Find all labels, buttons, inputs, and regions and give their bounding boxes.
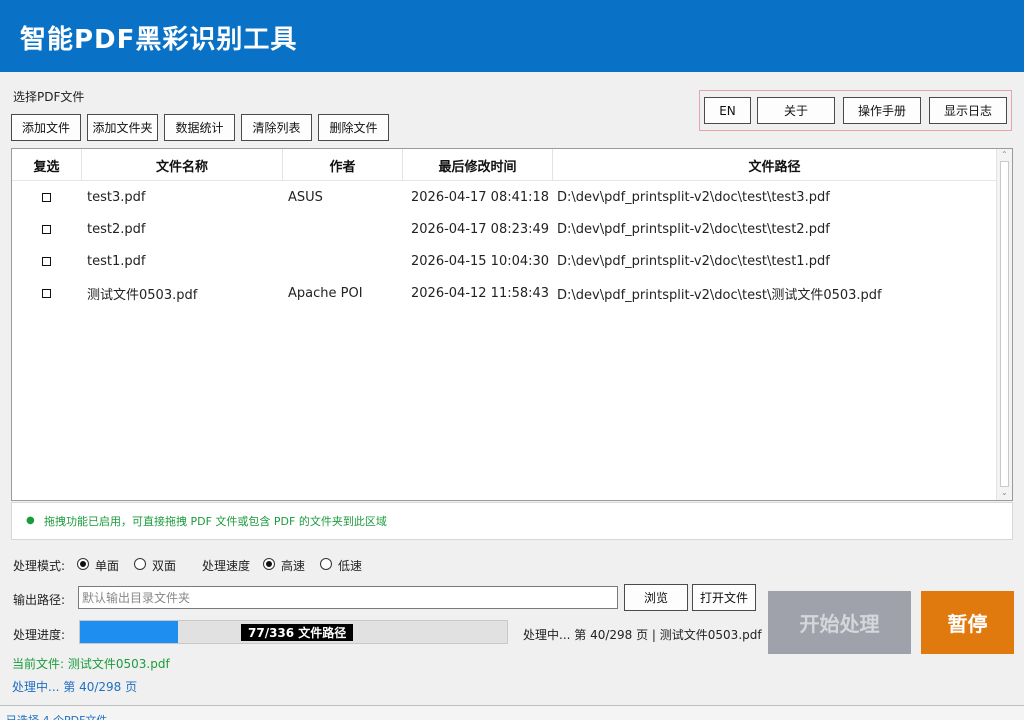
drag-drop-hint-text: 拖拽功能已启用，可直接拖拽 PDF 文件或包含 PDF 的文件夹到此区域 xyxy=(44,515,387,528)
status-bar: 已选择 4 个PDF文件 xyxy=(0,705,1024,720)
app-title: 智能PDF黑彩识别工具 xyxy=(20,25,298,55)
table-row[interactable]: test2.pdf 2026-04-17 08:23:49 D:\dev\pdf… xyxy=(12,213,996,245)
file-section-label: 选择PDF文件 xyxy=(13,90,85,104)
file-name-cell: test3.pdf xyxy=(87,189,146,205)
file-table[interactable]: 复选 文件名称 作者 最后修改时间 文件路径 test3.pdf ASUS 20… xyxy=(11,148,1013,501)
mode-double-label[interactable]: 双面 xyxy=(152,557,176,574)
author-cell: Apache POI xyxy=(288,285,363,301)
progress-text: 77/336 文件路径 xyxy=(241,624,354,641)
scroll-down-icon[interactable]: ⌄ xyxy=(1001,489,1008,497)
modified-cell: 2026-04-17 08:41:18 xyxy=(411,189,550,205)
mode-single-label[interactable]: 单面 xyxy=(95,557,119,574)
mode-label: 处理模式: xyxy=(13,559,66,573)
speed-low-radio[interactable] xyxy=(320,558,332,570)
column-header-author[interactable]: 作者 xyxy=(283,149,403,181)
file-name-cell: 测试文件0503.pdf xyxy=(87,287,198,303)
speed-low-label[interactable]: 低速 xyxy=(338,557,362,574)
row-checkbox[interactable] xyxy=(42,181,51,213)
show-log-button[interactable]: 显示日志 xyxy=(929,97,1007,124)
column-header-modified[interactable]: 最后修改时间 xyxy=(403,149,553,181)
file-name-cell: test1.pdf xyxy=(87,253,146,269)
table-row[interactable]: 测试文件0503.pdf Apache POI 2026-04-12 11:58… xyxy=(12,277,996,309)
start-processing-button[interactable]: 开始处理 xyxy=(768,591,911,654)
mode-single-radio[interactable] xyxy=(77,558,89,570)
path-cell: D:\dev\pdf_printsplit-v2\doc\test\测试文件05… xyxy=(557,287,882,303)
stats-button[interactable]: 数据统计 xyxy=(164,114,235,141)
output-path-label: 输出路径: xyxy=(13,593,66,607)
table-scrollbar[interactable]: ⌃ ⌄ xyxy=(996,149,1012,500)
file-name-cell: test2.pdf xyxy=(87,221,146,237)
language-button[interactable]: EN xyxy=(704,97,751,124)
mode-double-radio[interactable] xyxy=(134,558,146,570)
modified-cell: 2026-04-12 11:58:43 xyxy=(411,285,550,301)
processing-status-text: 处理中... 第 40/298 页 xyxy=(12,680,138,694)
column-header-name[interactable]: 文件名称 xyxy=(82,149,283,181)
status-bar-text: 已选择 4 个PDF文件 xyxy=(6,712,107,720)
row-checkbox[interactable] xyxy=(42,277,51,309)
add-file-button[interactable]: 添加文件 xyxy=(11,114,81,141)
table-row[interactable]: test1.pdf 2026-04-15 10:04:30 D:\dev\pdf… xyxy=(12,245,996,277)
path-cell: D:\dev\pdf_printsplit-v2\doc\test\test1.… xyxy=(557,253,830,269)
column-header-select[interactable]: 复选 xyxy=(12,149,82,181)
open-file-button[interactable]: 打开文件 xyxy=(692,584,756,611)
column-header-path[interactable]: 文件路径 xyxy=(553,149,996,181)
progress-bar: 77/336 文件路径 xyxy=(79,620,508,644)
app-header: 智能PDF黑彩识别工具 xyxy=(0,0,1024,72)
delete-file-button[interactable]: 删除文件 xyxy=(318,114,389,141)
scroll-thumb[interactable] xyxy=(1000,161,1009,487)
status-dot-icon: ● xyxy=(26,515,35,526)
modified-cell: 2026-04-17 08:23:49 xyxy=(411,221,550,237)
table-row[interactable]: test3.pdf ASUS 2026-04-17 08:41:18 D:\de… xyxy=(12,181,996,213)
author-cell: ASUS xyxy=(288,189,323,205)
add-folder-button[interactable]: 添加文件夹 xyxy=(87,114,158,141)
modified-cell: 2026-04-15 10:04:30 xyxy=(411,253,550,269)
progress-label: 处理进度: xyxy=(13,628,66,642)
path-cell: D:\dev\pdf_printsplit-v2\doc\test\test2.… xyxy=(557,221,830,237)
drag-drop-hint: ● 拖拽功能已启用，可直接拖拽 PDF 文件或包含 PDF 的文件夹到此区域 xyxy=(11,502,1013,540)
manual-button[interactable]: 操作手册 xyxy=(843,97,921,124)
progress-fill xyxy=(80,621,178,643)
row-checkbox[interactable] xyxy=(42,213,51,245)
progress-status: 处理中... 第 40/298 页 | 测试文件0503.pdf xyxy=(523,628,762,642)
path-cell: D:\dev\pdf_printsplit-v2\doc\test\test3.… xyxy=(557,189,830,205)
table-header: 复选 文件名称 作者 最后修改时间 文件路径 xyxy=(12,149,996,181)
clear-list-button[interactable]: 清除列表 xyxy=(241,114,312,141)
current-file-text: 当前文件: 测试文件0503.pdf xyxy=(12,657,170,671)
output-path-input[interactable]: 默认输出目录文件夹 xyxy=(78,586,618,609)
pause-button[interactable]: 暂停 xyxy=(921,591,1014,654)
speed-high-label[interactable]: 高速 xyxy=(281,557,305,574)
speed-label: 处理速度 xyxy=(202,559,251,573)
about-button[interactable]: 关于 xyxy=(757,97,835,124)
browse-button[interactable]: 浏览 xyxy=(624,584,688,611)
speed-high-radio[interactable] xyxy=(263,558,275,570)
row-checkbox[interactable] xyxy=(42,245,51,277)
scroll-up-icon[interactable]: ⌃ xyxy=(1001,151,1008,159)
